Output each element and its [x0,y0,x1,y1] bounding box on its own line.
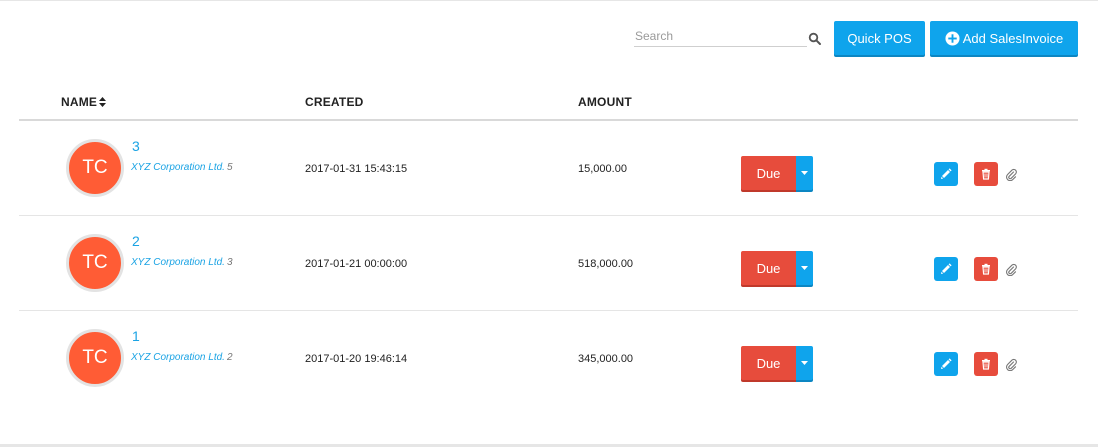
company-link[interactable]: XYZ Corporation Ltd. 3 [131,257,233,268]
status-toggle[interactable] [796,156,813,190]
delete-button[interactable] [974,162,998,186]
caret-down-icon [801,171,808,175]
add-sales-invoice-label: Add SalesInvoice [962,30,1064,46]
status-dropdown: Due [741,156,813,190]
amount: 15,000.00 [578,163,627,175]
paperclip-icon[interactable] [1005,262,1017,276]
created-date: 2017-01-31 15:43:15 [305,163,408,175]
caret-down-icon [801,361,808,365]
amount: 518,000.00 [578,258,634,270]
company-link[interactable]: XYZ Corporation Ltd. 2 [131,352,233,363]
company-name: XYZ Corporation Ltd. [131,352,225,363]
caret-down-icon [801,266,808,270]
invoice-number-link[interactable]: 1 [132,328,140,344]
trash-icon [982,168,990,180]
amount: 345,000.00 [578,353,634,365]
paperclip-icon[interactable] [1005,357,1017,371]
trash-icon [982,358,990,370]
add-sales-invoice-button[interactable]: Add SalesInvoice [930,21,1078,55]
status-button[interactable]: Due [741,346,796,380]
pencil-icon [941,263,952,274]
table-row: TC 3 XYZ Corporation Ltd. 5 2017-01-31 15… [19,121,1078,216]
invoice-number-link[interactable]: 3 [132,138,140,154]
quick-pos-label: Quick POS [847,30,912,46]
sales-invoice-page: Quick POS Add SalesInvoice NAME CREATED … [0,0,1098,447]
column-header-name-label: NAME [61,95,98,109]
company-name: XYZ Corporation Ltd. [131,257,225,268]
table-row: TC 2 XYZ Corporation Ltd. 3 2017-01-21 00… [19,216,1078,311]
table-row: TC 1 XYZ Corporation Ltd. 2 2017-01-20 19… [19,311,1078,406]
delete-button[interactable] [974,257,998,281]
column-header-amount: AMOUNT [578,95,632,109]
company-link[interactable]: XYZ Corporation Ltd. 5 [131,162,233,173]
created-date: 2017-01-21 00:00:00 [305,258,408,270]
edit-button[interactable] [934,352,958,376]
pencil-icon [941,358,952,369]
status-toggle[interactable] [796,251,813,285]
sort-icon [99,97,107,107]
pencil-icon [941,168,952,179]
avatar: TC [66,139,124,197]
status-toggle[interactable] [796,346,813,380]
avatar: TC [66,234,124,292]
search-icon[interactable] [808,32,822,46]
avatar: TC [66,329,124,387]
paperclip-icon[interactable] [1005,167,1017,181]
edit-button[interactable] [934,257,958,281]
status-dropdown: Due [741,251,813,285]
column-header-created: CREATED [305,95,364,109]
column-header-name[interactable]: NAME [61,95,107,109]
search-box [634,27,822,47]
delete-button[interactable] [974,352,998,376]
quick-pos-button[interactable]: Quick POS [834,21,925,55]
company-count: 3 [226,257,233,268]
trash-icon [982,263,990,275]
status-button[interactable]: Due [741,251,796,285]
status-button[interactable]: Due [741,156,796,190]
search-input[interactable] [634,27,807,47]
company-count: 2 [226,352,233,363]
company-name: XYZ Corporation Ltd. [131,162,225,173]
created-date: 2017-01-20 19:46:14 [305,353,408,365]
status-dropdown: Due [741,346,813,380]
edit-button[interactable] [934,162,958,186]
plus-circle-icon [945,30,960,46]
company-count: 5 [226,162,233,173]
invoice-number-link[interactable]: 2 [132,233,140,249]
